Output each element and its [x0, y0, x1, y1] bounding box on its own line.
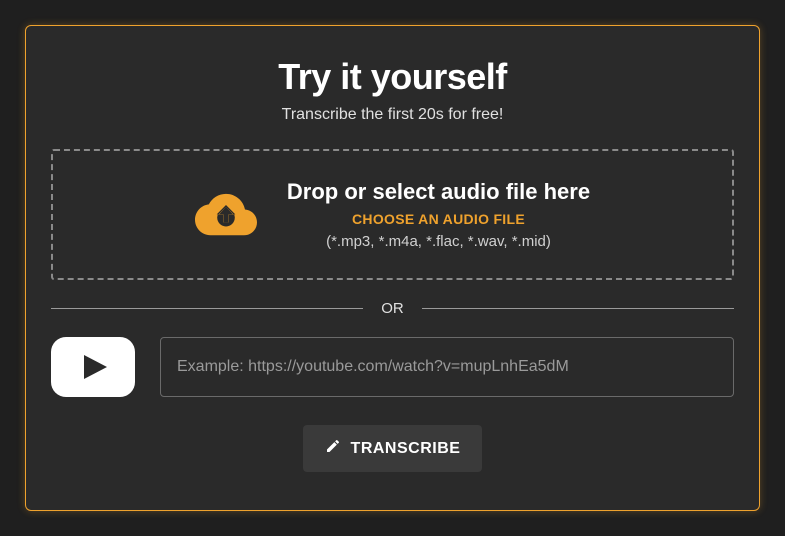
file-dropzone[interactable]: Drop or select audio file here CHOOSE AN… — [51, 149, 734, 280]
divider-label: OR — [363, 300, 422, 317]
cloud-upload-icon — [195, 188, 257, 241]
page-title: Try it yourself — [278, 56, 507, 98]
dropzone-text-group: Drop or select audio file here CHOOSE AN… — [287, 179, 590, 250]
youtube-input-row — [51, 337, 734, 397]
choose-file-label: CHOOSE AN AUDIO FILE — [352, 211, 525, 227]
supported-formats: (*.mp3, *.m4a, *.flac, *.wav, *.mid) — [326, 233, 551, 250]
youtube-icon — [51, 337, 135, 397]
divider-line-left — [51, 308, 363, 309]
transcribe-button-label: TRANSCRIBE — [351, 440, 461, 458]
dropzone-title: Drop or select audio file here — [287, 179, 590, 205]
pencil-icon — [325, 438, 341, 459]
try-it-card: Try it yourself Transcribe the first 20s… — [25, 25, 760, 511]
page-subtitle: Transcribe the first 20s for free! — [282, 106, 504, 124]
youtube-url-input[interactable] — [160, 337, 734, 397]
divider-line-right — [422, 308, 734, 309]
transcribe-button[interactable]: TRANSCRIBE — [303, 425, 483, 472]
or-divider: OR — [51, 300, 734, 317]
